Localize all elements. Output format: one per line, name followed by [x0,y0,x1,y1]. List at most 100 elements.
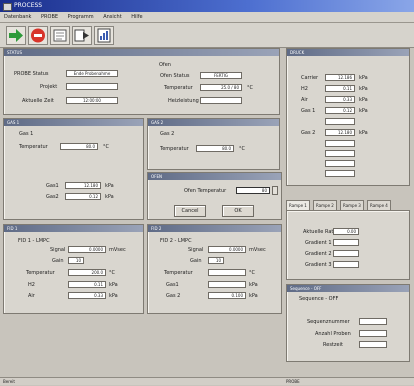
fid2-title: FID 2 - LMPC [160,238,192,244]
pressure-unit: kPa [359,86,368,92]
gas2-temp-label: Temperatur [160,146,189,152]
fid2-temp-label: Temperatur [164,270,193,276]
aktuelle-rate-field: 0.00 [333,228,359,235]
fid1-title: FID 1 - LMPC [18,238,50,244]
fid2-panel: FID 2 FID 2 - LMPC Signal 0.0000 mVsec G… [147,224,282,314]
fid2-gas2-label: Gas 2 [166,293,181,299]
document-button[interactable] [50,26,70,45]
gas1-gas2-field: 0.12 [65,193,101,200]
gas2-temp-field: 80.0 [196,145,234,152]
fid2-gas2-unit: kPa [249,293,258,299]
menu-item[interactable]: Ansicht [99,12,125,23]
menu-item[interactable]: Programm [64,12,98,23]
toolbar [0,23,414,48]
oven-status-label: Ofen Status [160,73,190,79]
cancel-button[interactable]: Cancel [174,205,206,217]
probe-status-field: Ende Probenahme [66,70,118,77]
fid1-signal-unit: mVsec [109,247,126,253]
title-bar: PROCESS [0,0,414,12]
pressure-field [325,150,355,157]
panel-header: FID 2 [148,225,281,232]
gas1-gas1-unit: kPa [105,183,114,189]
pressure-field [325,170,355,177]
menu-item[interactable]: PROBE [37,12,62,23]
tab-rampe-4[interactable]: Rampe 4 [367,200,391,210]
pressure-field: 12.180 [325,129,355,136]
fid1-gain-field: 10 [68,257,84,264]
oven-temp-field: 25.0 / 80 [200,84,242,91]
fid2-gas1-field [208,281,246,288]
fid2-gain-field: 10 [208,257,224,264]
status-panel: STATUS PROBE Status Ende Probenahme Proj… [3,48,280,115]
menu-bar: Datenbank PROBE Programm Ansicht Hilfe [0,12,414,23]
gradient2-field [333,250,359,257]
fid2-gas1-label: Gas1 [166,282,179,288]
menu-item[interactable]: Datenbank [0,12,35,23]
gas1-temp-label: Temperatur [19,144,48,150]
dialog-header: OFEN [148,173,281,180]
fid1-air-field: 0.33 [68,292,106,299]
heizleistung-label: Heizleistung [168,98,199,104]
gas2-temp-unit: °C [239,146,245,152]
gradient3-label: Gradient 3 [305,262,332,268]
status-bar: Bereit PROBE [0,377,414,385]
ramp-tabbed-panel: Rampe 1 Rampe 2 Rampe 3 Rampe 4 Aktuelle… [286,200,410,280]
spin-button[interactable] [272,186,278,195]
gradient1-field [333,239,359,246]
projekt-label: Projekt [40,84,58,90]
disk-export-icon [74,29,89,42]
gas2-panel: GAS 2 Gas 2 Temperatur 80.0 °C [147,118,280,170]
gas1-temp-unit: °C [103,144,109,150]
fid2-signal-label: Signal [188,247,204,253]
aktuelle-zeit-field: 12:00:00 [66,97,118,104]
pressure-unit: kPa [359,97,368,103]
tab-rampe-3[interactable]: Rampe 3 [340,200,364,210]
arrow-right-icon [9,29,23,42]
dialog-label: Ofen Temperatur [184,188,227,194]
ok-button[interactable]: OK [222,205,254,217]
pressure-label: Gas 1 [301,108,316,114]
fid1-temp-field: 200.0 [68,269,106,276]
gas1-gas1-label: Gas1 [46,183,59,189]
gradient1-label: Gradient 1 [305,240,332,246]
fid2-signal-unit: mVsec [249,247,266,253]
fid1-temp-unit: °C [109,270,115,276]
pressure-field [325,118,355,125]
oven-temp-input[interactable]: 80 [236,187,270,194]
tab-rampe-2[interactable]: Rampe 2 [313,200,337,210]
seq-nummer-field [359,318,387,325]
sequence-panel: Sequence - OFF Sequence - OFF Sequenznum… [286,284,410,362]
start-button[interactable] [6,26,26,45]
fid1-panel: FID 1 FID 1 - LMPC Signal 0.0000 mVsec G… [3,224,144,314]
fid1-signal-field: 0.0000 [68,246,106,253]
fid1-h2-label: H2 [28,282,35,288]
fid1-h2-unit: kPa [109,282,118,288]
probe-status-label: PROBE Status [14,71,49,77]
oven-status-field: FERTIG [200,72,242,79]
fid2-gain-label: Gain [190,258,202,264]
menu-item[interactable]: Hilfe [127,12,146,23]
fid1-air-unit: kPa [109,293,118,299]
gradient2-label: Gradient 2 [305,251,332,257]
pressure-field: 0.11 [325,85,355,92]
stop-button[interactable] [28,26,48,45]
gas1-gas2-unit: kPa [105,194,114,200]
stop-circle-icon [31,28,45,43]
report-button[interactable] [94,26,114,45]
pressure-unit: kPa [359,130,368,136]
fid1-gain-label: Gain [52,258,64,264]
pressure-label: Air [301,97,308,103]
tab-rampe-1[interactable]: Rampe 1 [286,200,310,210]
gas1-panel: GAS 1 Gas 1 Temperatur 80.0 °C Gas1 12.1… [3,118,144,220]
fid1-h2-field: 0.11 [68,281,106,288]
fid2-temp-field [208,269,246,276]
pressure-field: 0.12 [325,107,355,114]
sequence-title: Sequence - OFF [299,296,339,302]
export-button[interactable] [72,26,92,45]
pressure-panel: DRUCK Carrier 12.186 kPa H2 0.11 kPa Air… [286,48,410,186]
restzeit-field [359,341,387,348]
fid1-signal-label: Signal [50,247,66,253]
gradient3-field [333,261,359,268]
gas1-temp-field: 80.0 [60,143,98,150]
pressure-field [325,140,355,147]
